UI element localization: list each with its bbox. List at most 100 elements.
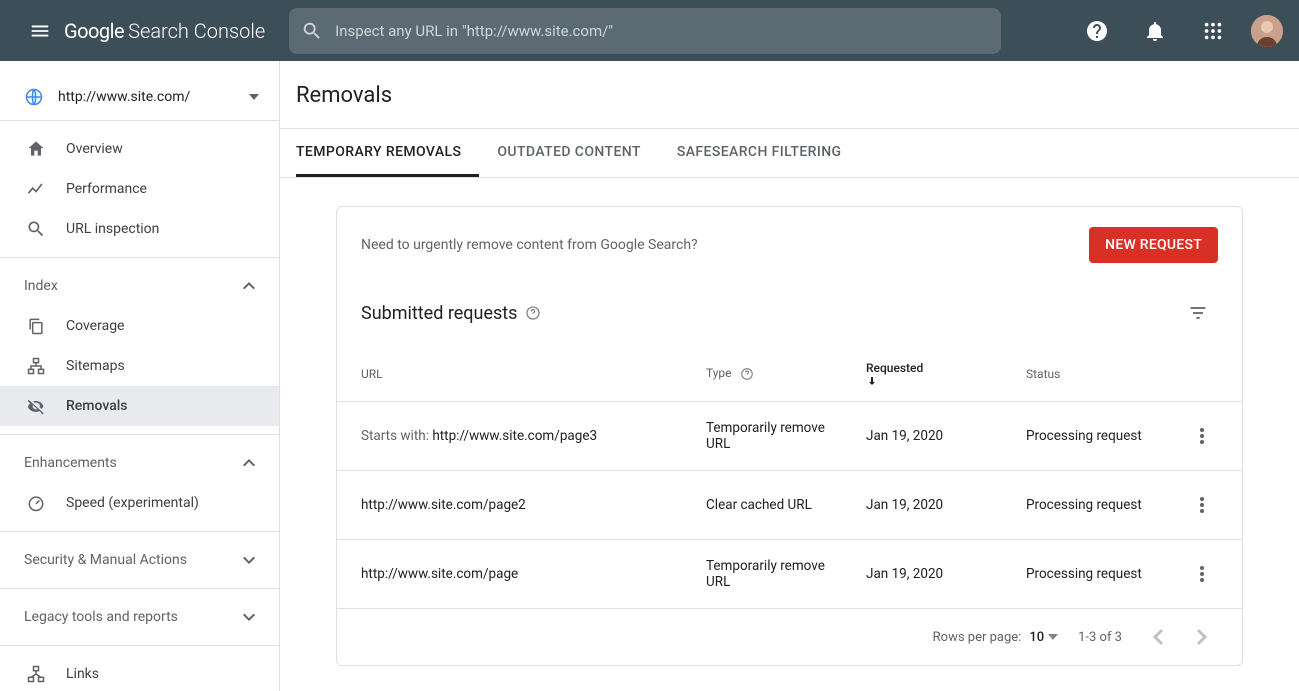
product-logo: Google Search Console bbox=[64, 19, 265, 43]
app-header: Google Search Console bbox=[0, 0, 1299, 61]
pagination-range: 1-3 of 3 bbox=[1078, 630, 1122, 645]
rows-per-page-label: Rows per page: bbox=[933, 630, 1022, 645]
magnify-icon bbox=[24, 217, 48, 241]
row-menu-button[interactable] bbox=[1186, 489, 1218, 521]
cell-requested: Jan 19, 2020 bbox=[854, 402, 1014, 471]
links-icon bbox=[24, 662, 48, 686]
cell-requested: Jan 19, 2020 bbox=[854, 540, 1014, 609]
cell-status: Processing request bbox=[1014, 471, 1174, 540]
sidebar-item-label: Links bbox=[66, 666, 99, 682]
table-row[interactable]: http://www.site.com/pageTemporarily remo… bbox=[337, 540, 1242, 609]
col-requested[interactable]: Requested bbox=[854, 339, 1014, 402]
col-type[interactable]: Type bbox=[694, 339, 854, 402]
chevron-up-icon bbox=[243, 459, 255, 467]
chevron-up-icon bbox=[243, 282, 255, 290]
sidebar-item-sitemaps[interactable]: Sitemaps bbox=[0, 346, 279, 386]
new-request-button[interactable]: NEW REQUEST bbox=[1089, 227, 1218, 263]
cell-type: Clear cached URL bbox=[694, 471, 854, 540]
table-row[interactable]: http://www.site.com/page2Clear cached UR… bbox=[337, 471, 1242, 540]
sidebar-section-security[interactable]: Security & Manual Actions bbox=[0, 540, 279, 580]
col-status: Status bbox=[1014, 339, 1174, 402]
next-page-button[interactable] bbox=[1186, 621, 1218, 653]
more-vert-icon bbox=[1200, 497, 1204, 513]
header-actions bbox=[1077, 11, 1283, 51]
copy-icon bbox=[24, 314, 48, 338]
globe-icon bbox=[24, 87, 44, 107]
eye-off-icon bbox=[24, 394, 48, 418]
sidebar-item-label: Performance bbox=[66, 181, 147, 197]
sidebar-item-label: Coverage bbox=[66, 318, 124, 334]
help-circle-icon[interactable] bbox=[525, 305, 541, 321]
hamburger-menu-button[interactable] bbox=[16, 7, 64, 55]
avatar-image bbox=[1251, 15, 1283, 47]
sidebar-item-speed[interactable]: Speed (experimental) bbox=[0, 483, 279, 523]
sidebar-item-links[interactable]: Links bbox=[0, 654, 279, 691]
sidebar-item-overview[interactable]: Overview bbox=[0, 129, 279, 169]
apps-button[interactable] bbox=[1193, 11, 1233, 51]
sidebar-section-legacy[interactable]: Legacy tools and reports bbox=[0, 597, 279, 637]
sidebar-item-label: URL inspection bbox=[66, 221, 159, 237]
sidebar-item-coverage[interactable]: Coverage bbox=[0, 306, 279, 346]
table-row[interactable]: Starts with: http://www.site.com/page3Te… bbox=[337, 402, 1242, 471]
tab-outdated-content[interactable]: Outdated Content bbox=[479, 129, 658, 177]
sidebar-item-label: Removals bbox=[66, 398, 128, 414]
sidebar-item-performance[interactable]: Performance bbox=[0, 169, 279, 209]
section-label: Legacy tools and reports bbox=[24, 609, 178, 625]
page-title: Removals bbox=[296, 83, 1283, 108]
url-inspect-search[interactable] bbox=[289, 8, 1001, 54]
chevron-right-icon bbox=[1197, 629, 1207, 645]
help-button[interactable] bbox=[1077, 11, 1117, 51]
property-selector[interactable]: http://www.site.com/ bbox=[0, 73, 279, 121]
chevron-down-icon bbox=[243, 556, 255, 564]
requests-table: URL Type Requested bbox=[337, 339, 1242, 609]
filter-button[interactable] bbox=[1178, 293, 1218, 333]
chevron-left-icon bbox=[1153, 629, 1163, 645]
logo-google: Google bbox=[64, 19, 124, 43]
cell-type: Temporarily remove URL bbox=[694, 402, 854, 471]
filter-icon bbox=[1188, 303, 1208, 323]
logo-product: Search Console bbox=[128, 19, 265, 43]
pagination: Rows per page: 10 1-3 of 3 bbox=[337, 609, 1242, 665]
cell-requested: Jan 19, 2020 bbox=[854, 471, 1014, 540]
sitemap-icon bbox=[24, 354, 48, 378]
section-title-text: Submitted requests bbox=[361, 303, 517, 324]
cell-status: Processing request bbox=[1014, 402, 1174, 471]
cell-url: http://www.site.com/page bbox=[337, 540, 694, 609]
cell-url: Starts with: http://www.site.com/page3 bbox=[337, 402, 694, 471]
rows-per-page-select[interactable]: 10 bbox=[1029, 630, 1058, 645]
sort-descending-icon bbox=[866, 375, 1002, 387]
row-menu-button[interactable] bbox=[1186, 558, 1218, 590]
cell-status: Processing request bbox=[1014, 540, 1174, 609]
sidebar: http://www.site.com/ Overview Performanc… bbox=[0, 61, 280, 691]
help-circle-icon bbox=[739, 366, 755, 382]
apps-grid-icon bbox=[1202, 20, 1224, 42]
sidebar-section-index[interactable]: Index bbox=[0, 266, 279, 306]
prev-page-button[interactable] bbox=[1142, 621, 1174, 653]
account-avatar[interactable] bbox=[1251, 15, 1283, 47]
section-label: Enhancements bbox=[24, 455, 117, 471]
section-label: Security & Manual Actions bbox=[24, 552, 187, 568]
cell-type: Temporarily remove URL bbox=[694, 540, 854, 609]
hamburger-icon bbox=[29, 20, 51, 42]
prompt-text: Need to urgently remove content from Goo… bbox=[361, 237, 698, 253]
sidebar-item-label: Overview bbox=[66, 141, 123, 157]
home-icon bbox=[24, 137, 48, 161]
sidebar-section-enhancements[interactable]: Enhancements bbox=[0, 443, 279, 483]
bell-icon bbox=[1143, 19, 1167, 43]
tab-safesearch-filtering[interactable]: SafeSearch Filtering bbox=[659, 129, 860, 177]
section-title: Submitted requests bbox=[361, 303, 541, 324]
notifications-button[interactable] bbox=[1135, 11, 1175, 51]
tab-temporary-removals[interactable]: Temporary Removals bbox=[296, 129, 479, 177]
row-menu-button[interactable] bbox=[1186, 420, 1218, 452]
chart-icon bbox=[24, 177, 48, 201]
section-label: Index bbox=[24, 278, 58, 294]
tabs: Temporary Removals Outdated Content Safe… bbox=[280, 129, 1299, 178]
url-inspect-input[interactable] bbox=[335, 22, 989, 40]
chevron-down-icon bbox=[243, 613, 255, 621]
sidebar-item-url-inspection[interactable]: URL inspection bbox=[0, 209, 279, 249]
cell-url: http://www.site.com/page2 bbox=[337, 471, 694, 540]
sidebar-item-removals[interactable]: Removals bbox=[0, 386, 279, 426]
sidebar-item-label: Speed (experimental) bbox=[66, 495, 199, 511]
chevron-down-icon bbox=[249, 94, 259, 100]
help-icon bbox=[1085, 19, 1109, 43]
